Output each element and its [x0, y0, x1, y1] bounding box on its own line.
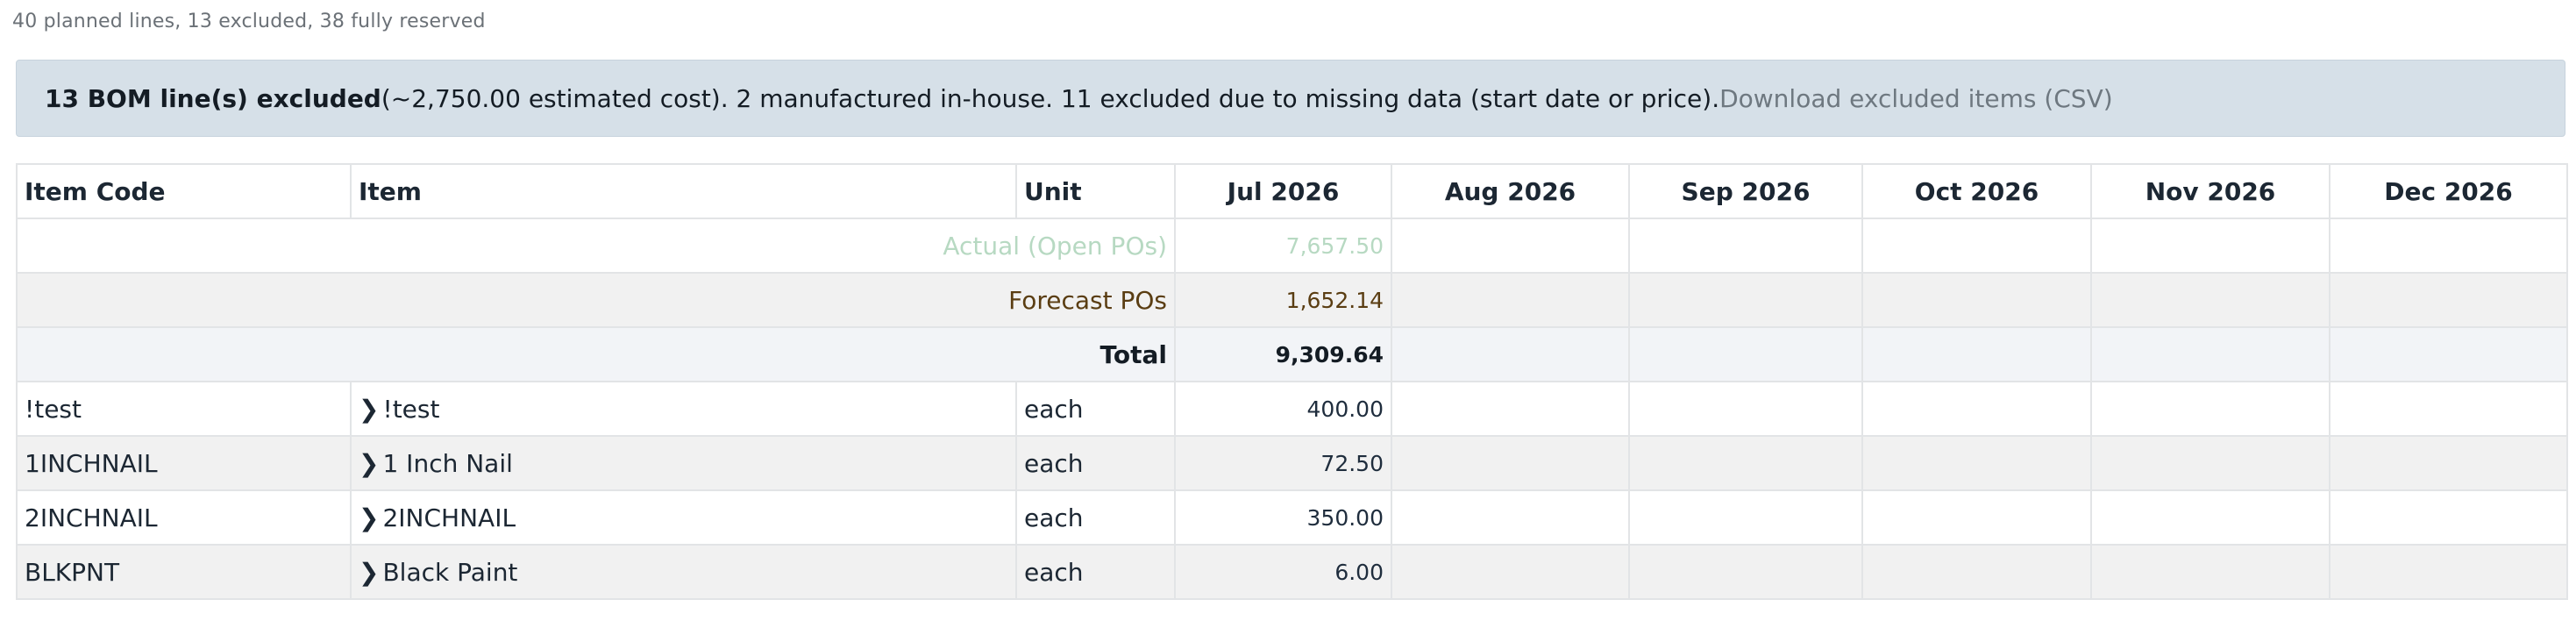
- sep-value-cell: [1628, 544, 1863, 600]
- header-row: Item Code Item Unit Jul 2026 Aug 2026 Se…: [16, 163, 2568, 219]
- aug-value-cell: [1391, 381, 1630, 437]
- forecast-dec-value: [2329, 272, 2568, 328]
- col-header-dec-2026[interactable]: Dec 2026: [2329, 163, 2568, 219]
- forecast-pos-label: Forecast POs: [16, 272, 1176, 328]
- forecast-pos-row: Forecast POs 1,652.14: [16, 272, 2568, 328]
- excluded-count: 13 BOM line(s) excluded: [45, 83, 381, 113]
- col-header-sep-2026[interactable]: Sep 2026: [1628, 163, 1863, 219]
- table-row: !test ❯ !test each 400.00: [16, 381, 2568, 437]
- total-label: Total: [16, 326, 1176, 382]
- col-header-jul-2026[interactable]: Jul 2026: [1174, 163, 1392, 219]
- actual-jul-value: 7,657.50: [1174, 218, 1392, 274]
- item-code-cell: 1INCHNAIL: [16, 435, 352, 491]
- forecast-nov-value: [2090, 272, 2330, 328]
- actual-dec-value: [2329, 218, 2568, 274]
- total-row: Total 9,309.64: [16, 326, 2568, 382]
- item-code-cell: !test: [16, 381, 352, 437]
- actual-sep-value: [1628, 218, 1863, 274]
- col-header-nov-2026[interactable]: Nov 2026: [2090, 163, 2330, 219]
- item-name: 1 Inch Nail: [382, 448, 513, 478]
- unit-cell: each: [1015, 435, 1176, 491]
- actual-open-pos-label: Actual (Open POs): [16, 218, 1176, 274]
- total-sep-value: [1628, 326, 1863, 382]
- dec-value-cell: [2329, 544, 2568, 600]
- nov-value-cell: [2090, 489, 2330, 546]
- item-name: !test: [382, 394, 440, 424]
- nov-value-cell: [2090, 381, 2330, 437]
- dec-value-cell: [2329, 381, 2568, 437]
- actual-aug-value: [1391, 218, 1630, 274]
- actual-oct-value: [1861, 218, 2092, 274]
- col-header-oct-2026[interactable]: Oct 2026: [1861, 163, 2092, 219]
- dec-value-cell: [2329, 489, 2568, 546]
- oct-value-cell: [1861, 489, 2092, 546]
- actual-nov-value: [2090, 218, 2330, 274]
- unit-cell: each: [1015, 489, 1176, 546]
- table-row: 2INCHNAIL ❯ 2INCHNAIL each 350.00: [16, 489, 2568, 546]
- col-header-item-code[interactable]: Item Code: [16, 163, 352, 219]
- chevron-right-icon[interactable]: ❯: [359, 558, 379, 587]
- forecast-oct-value: [1861, 272, 2092, 328]
- aug-value-cell: [1391, 489, 1630, 546]
- dec-value-cell: [2329, 435, 2568, 491]
- col-header-unit[interactable]: Unit: [1015, 163, 1176, 219]
- chevron-right-icon[interactable]: ❯: [359, 395, 379, 424]
- sep-value-cell: [1628, 489, 1863, 546]
- item-code-cell: BLKPNT: [16, 544, 352, 600]
- aug-value-cell: [1391, 435, 1630, 491]
- total-aug-value: [1391, 326, 1630, 382]
- forecast-sep-value: [1628, 272, 1863, 328]
- oct-value-cell: [1861, 381, 2092, 437]
- oct-value-cell: [1861, 544, 2092, 600]
- forecast-jul-value: 1,652.14: [1174, 272, 1392, 328]
- table-row: 1INCHNAIL ❯ 1 Inch Nail each 72.50: [16, 435, 2568, 491]
- excluded-items-banner: 13 BOM line(s) excluded (~2,750.00 estim…: [16, 60, 2565, 137]
- jul-value-cell: 400.00: [1174, 381, 1392, 437]
- chevron-right-icon[interactable]: ❯: [359, 449, 379, 478]
- table-row: BLKPNT ❯ Black Paint each 6.00: [16, 544, 2568, 600]
- download-excluded-csv-link[interactable]: Download excluded items (CSV): [1719, 84, 2113, 113]
- jul-value-cell: 72.50: [1174, 435, 1392, 491]
- col-header-aug-2026[interactable]: Aug 2026: [1391, 163, 1630, 219]
- sep-value-cell: [1628, 435, 1863, 491]
- col-header-item[interactable]: Item: [350, 163, 1017, 219]
- aug-value-cell: [1391, 544, 1630, 600]
- item-name-cell: ❯ 2INCHNAIL: [350, 489, 1017, 546]
- total-nov-value: [2090, 326, 2330, 382]
- sep-value-cell: [1628, 381, 1863, 437]
- item-name: Black Paint: [382, 557, 518, 587]
- item-name-cell: ❯ 1 Inch Nail: [350, 435, 1017, 491]
- total-dec-value: [2329, 326, 2568, 382]
- item-name: 2INCHNAIL: [382, 503, 516, 532]
- actual-open-pos-row: Actual (Open POs) 7,657.50: [16, 218, 2568, 274]
- total-jul-value: 9,309.64: [1174, 326, 1392, 382]
- item-code-cell: 2INCHNAIL: [16, 489, 352, 546]
- chevron-right-icon[interactable]: ❯: [359, 503, 379, 532]
- oct-value-cell: [1861, 435, 2092, 491]
- item-name-cell: ❯ !test: [350, 381, 1017, 437]
- excluded-details: (~2,750.00 estimated cost). 2 manufactur…: [381, 83, 1720, 113]
- forecast-aug-value: [1391, 272, 1630, 328]
- nov-value-cell: [2090, 544, 2330, 600]
- unit-cell: each: [1015, 544, 1176, 600]
- item-name-cell: ❯ Black Paint: [350, 544, 1017, 600]
- total-oct-value: [1861, 326, 2092, 382]
- unit-cell: each: [1015, 381, 1176, 437]
- forecast-table: Item Code Item Unit Jul 2026 Aug 2026 Se…: [16, 163, 2568, 600]
- nov-value-cell: [2090, 435, 2330, 491]
- plan-summary: 40 planned lines, 13 excluded, 38 fully …: [12, 11, 486, 32]
- jul-value-cell: 350.00: [1174, 489, 1392, 546]
- jul-value-cell: 6.00: [1174, 544, 1392, 600]
